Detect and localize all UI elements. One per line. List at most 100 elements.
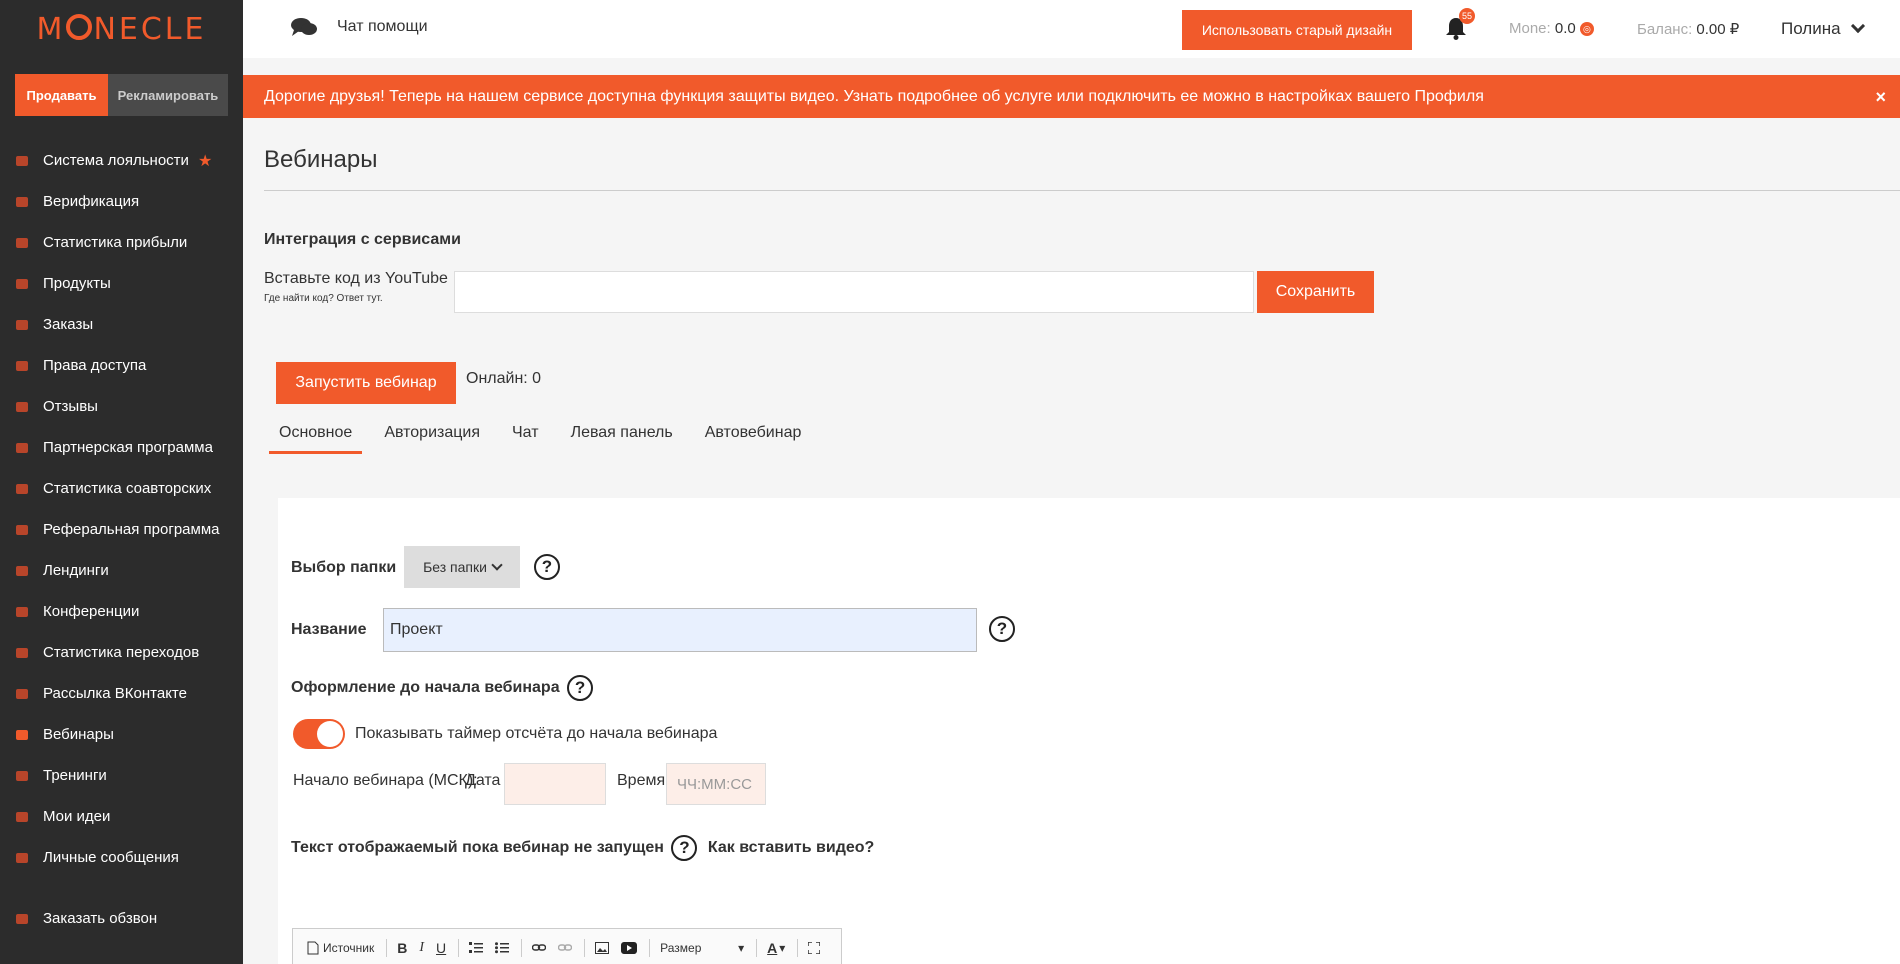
tab-2[interactable]: Чат — [502, 424, 549, 454]
sidebar-item-webinars[interactable]: Вебинары — [0, 714, 243, 755]
bullet-list-button[interactable] — [495, 942, 510, 954]
sidebar-item-vk-mailing[interactable]: Рассылка ВКонтакте — [0, 673, 243, 714]
youtube-code-hint-link[interactable]: Где найти код? Ответ тут. — [264, 293, 383, 304]
sidebar-item-order-call[interactable]: Заказать обзвон — [0, 898, 243, 939]
old-design-button[interactable]: Использовать старый дизайн — [1182, 10, 1412, 50]
logo-text-right: NECLE — [93, 11, 207, 47]
sidebar-item-verification[interactable]: Верификация — [0, 181, 243, 222]
italic-button[interactable]: I — [419, 940, 424, 956]
unlink-button[interactable] — [558, 943, 573, 953]
mone-value: 0.0 — [1554, 20, 1576, 37]
help-icon[interactable]: ? — [567, 675, 594, 701]
sidebar-menu: Система лояльности ★ Верификация Статистика… — [0, 140, 243, 878]
menu-icon — [14, 851, 30, 865]
help-icon[interactable]: ? — [671, 835, 698, 861]
sidebar-item-label: Вебинары — [43, 726, 114, 743]
chat-help-label: Чат помощи — [337, 18, 428, 35]
youtube-code-label: Вставьте код из YouTube — [264, 270, 448, 287]
sidebar-item-messages[interactable]: Личные сообщения — [0, 837, 243, 878]
sidebar-item-label: Заказы — [43, 316, 94, 333]
youtube-button[interactable] — [621, 942, 638, 954]
unlink-icon — [558, 944, 573, 951]
advertise-button[interactable]: Рекламировать — [108, 74, 228, 116]
underline-button[interactable]: U — [436, 940, 446, 956]
help-icon[interactable]: ? — [534, 554, 560, 580]
folder-select-value: Без папки — [423, 559, 487, 575]
sidebar-item-orders[interactable]: Заказы — [0, 304, 243, 345]
sidebar-item-label: Продукты — [43, 275, 111, 292]
toolbar-separator — [521, 939, 523, 957]
folder-select[interactable]: Без папки — [404, 546, 520, 588]
sidebar-item-access[interactable]: Права доступа — [0, 345, 243, 386]
sell-button[interactable]: Продавать — [15, 74, 108, 116]
image-button[interactable] — [595, 942, 610, 954]
youtube-code-input[interactable] — [454, 271, 1254, 313]
menu-icon — [14, 277, 30, 291]
sidebar-item-reviews[interactable]: Отзывы — [0, 386, 243, 427]
sidebar-item-landings[interactable]: Лендинги — [0, 550, 243, 591]
tab-1[interactable]: Авторизация — [374, 424, 490, 454]
link-button[interactable] — [532, 943, 547, 953]
sidebar-item-loyalty[interactable]: Система лояльности ★ — [0, 140, 243, 181]
bullet-list-icon — [495, 942, 510, 954]
tab-3[interactable]: Левая панель — [561, 424, 683, 454]
bold-button[interactable]: B — [397, 940, 407, 956]
page-title: Вебинары — [264, 146, 378, 173]
sidebar-item-label: Реферальная программа — [43, 521, 220, 538]
sidebar-item-label: Права доступа — [43, 357, 147, 374]
webinar-name-input[interactable] — [383, 608, 977, 652]
sidebar-item-referral[interactable]: Реферальная программа — [0, 509, 243, 550]
image-icon — [595, 942, 610, 954]
font-size-select[interactable]: Размер ▾ — [660, 941, 744, 955]
user-menu[interactable]: Полина — [1781, 18, 1865, 39]
how-insert-video-link[interactable]: Как вставить видео? — [708, 839, 874, 856]
sidebar-item-label: Статистика прибыли — [43, 234, 188, 251]
menu-icon — [14, 810, 30, 824]
topbar: Чат помощи Использовать старый дизайн 55… — [243, 0, 1900, 58]
time-input[interactable] — [666, 763, 766, 805]
menu-icon — [14, 523, 30, 537]
font-size-label: Размер — [660, 941, 702, 955]
maximize-button[interactable] — [808, 942, 821, 954]
text-color-button[interactable]: A ▾ — [767, 940, 785, 956]
date-input[interactable] — [504, 763, 606, 805]
source-button[interactable]: Источник — [307, 941, 374, 955]
sidebar-item-conferences[interactable]: Конференции — [0, 591, 243, 632]
chat-bubbles-icon — [291, 18, 317, 36]
main-content: Вебинары Интеграция с сервисами Вставьте… — [243, 118, 1900, 964]
sidebar-item-label: Статистика соавторских — [43, 480, 212, 497]
sidebar-item-partner[interactable]: Партнерская программа — [0, 427, 243, 468]
numbered-list-button[interactable] — [469, 942, 484, 954]
sidebar-item-label: Тренинги — [43, 767, 107, 784]
save-button[interactable]: Сохранить — [1257, 271, 1374, 313]
sidebar-item-ideas[interactable]: Мои идеи — [0, 796, 243, 837]
monecle-logo[interactable]: M NECLE — [0, 0, 243, 58]
sidebar-item-trainings[interactable]: Тренинги — [0, 755, 243, 796]
menu-icon — [14, 769, 30, 783]
sidebar-item-products[interactable]: Продукты — [0, 263, 243, 304]
mone-coin-icon: ◎ — [1579, 22, 1594, 37]
sidebar-item-coauthor-stats[interactable]: Статистика соавторских — [0, 468, 243, 509]
notifications-button[interactable]: 55 — [1445, 8, 1475, 45]
design-before-start-label: Оформление до начала вебинара ? — [291, 675, 594, 701]
show-timer-toggle[interactable] — [293, 719, 345, 749]
youtube-icon — [621, 942, 638, 954]
banner-close-icon[interactable]: × — [1875, 87, 1886, 108]
start-webinar-button[interactable]: Запустить вебинар — [276, 362, 456, 404]
online-count: Онлайн: 0 — [466, 370, 542, 387]
rich-text-toolbar: Источник B I U Размер ▾ A ▾ — [292, 928, 842, 964]
toolbar-separator — [649, 939, 651, 957]
chat-help-link[interactable]: Чат помощи — [291, 17, 428, 37]
help-icon[interactable]: ? — [989, 616, 1015, 642]
menu-icon — [14, 687, 30, 701]
text-color-label: A — [767, 940, 778, 956]
tab-4[interactable]: Автовебинар — [695, 424, 812, 454]
mone-balance: Mone: 0.0 ◎ — [1509, 20, 1594, 37]
sidebar-item-label: Заказать обзвон — [43, 910, 158, 927]
balance: Баланс: 0.00 ₽ — [1637, 20, 1739, 38]
tab-0[interactable]: Основное — [269, 424, 363, 454]
notification-count-badge: 55 — [1459, 8, 1475, 24]
sidebar-item-click-stats[interactable]: Статистика переходов — [0, 632, 243, 673]
sidebar-item-profit-stats[interactable]: Статистика прибыли — [0, 222, 243, 263]
chevron-down-icon — [491, 559, 503, 571]
